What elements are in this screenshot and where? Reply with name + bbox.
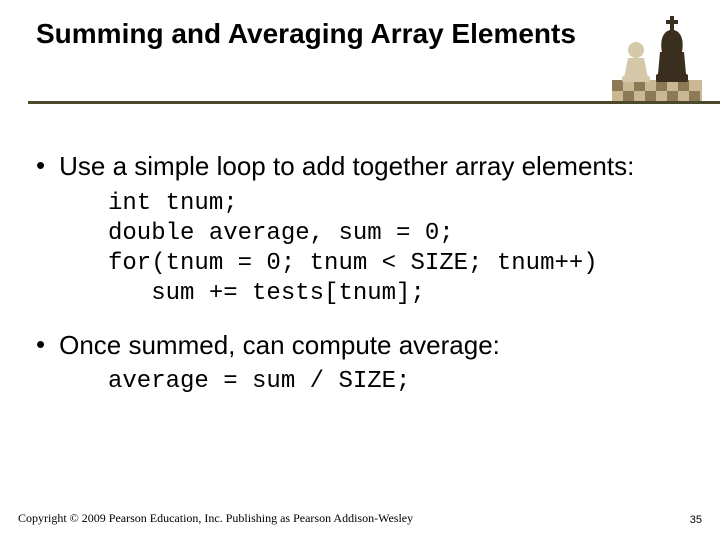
code-block: int tnum; double average, sum = 0; for(t… [108,189,684,309]
page-number: 35 [690,514,702,526]
bullet-item: • Use a simple loop to add together arra… [36,150,684,183]
copyright-text: Copyright © 2009 Pearson Education, Inc.… [18,511,413,526]
slide-footer: Copyright © 2009 Pearson Education, Inc.… [18,511,702,526]
slide-header: Summing and Averaging Array Elements [0,0,720,114]
bullet-marker: • [36,150,45,181]
code-block: average = sum / SIZE; [108,367,684,397]
bullet-marker: • [36,329,45,360]
bullet-text: Use a simple loop to add together array … [59,150,634,183]
bullet-item: • Once summed, can compute average: [36,329,684,362]
bullet-text: Once summed, can compute average: [59,329,500,362]
chess-decoration-icon [612,10,702,102]
header-divider [28,101,720,104]
slide-content: • Use a simple loop to add together arra… [0,114,720,397]
